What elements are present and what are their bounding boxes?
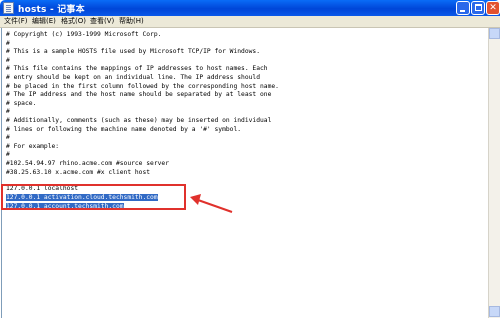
minimize-button[interactable] [456, 1, 470, 15]
text-line: # lines or following the machine name de… [6, 126, 242, 133]
window-title: hosts - 记事本 [18, 5, 85, 15]
menu-bar: 文件(F) 编辑(E) 格式(O) 查看(V) 帮助(H) [0, 16, 500, 28]
menu-view[interactable]: 查看(V) [90, 16, 114, 27]
menu-file[interactable]: 文件(F) [4, 16, 28, 27]
text-editor[interactable]: # Copyright (c) 1993-1999 Microsoft Corp… [1, 28, 488, 318]
vertical-scrollbar[interactable] [488, 28, 500, 318]
maximize-button[interactable] [471, 1, 485, 15]
close-icon: ✕ [489, 3, 497, 13]
title-bar[interactable]: hosts - 记事本 ✕ [0, 0, 500, 16]
annotation-highlight-box [1, 184, 186, 210]
text-line: # space. [6, 100, 37, 107]
text-line: #102.54.94.97 rhino.acme.com #source ser… [6, 160, 170, 167]
maximize-icon [475, 4, 482, 11]
text-line: #38.25.63.10 x.acme.com #x client host [6, 169, 151, 176]
notepad-icon [3, 2, 14, 14]
close-button[interactable]: ✕ [486, 1, 500, 15]
text-line: # The IP address and the host name shoul… [6, 91, 272, 98]
text-line: # [6, 108, 10, 115]
text-line: # This is a sample HOSTS file used by Mi… [6, 48, 261, 55]
text-line: # This file contains the mappings of IP … [6, 65, 268, 72]
menu-help[interactable]: 帮助(H) [119, 16, 144, 27]
menu-format[interactable]: 格式(O) [61, 16, 86, 27]
minimize-icon [460, 10, 465, 12]
scroll-down-button[interactable] [489, 306, 500, 317]
text-line: # entry should be kept on an individual … [6, 74, 261, 81]
menu-edit[interactable]: 编辑(E) [32, 16, 56, 27]
text-line: # For example: [6, 143, 60, 150]
scroll-up-button[interactable] [489, 28, 500, 39]
text-line: # Additionally, comments (such as these)… [6, 117, 272, 124]
text-line: # [6, 134, 10, 141]
text-line: # Copyright (c) 1993-1999 Microsoft Corp… [6, 31, 162, 38]
text-line: # [6, 151, 10, 158]
